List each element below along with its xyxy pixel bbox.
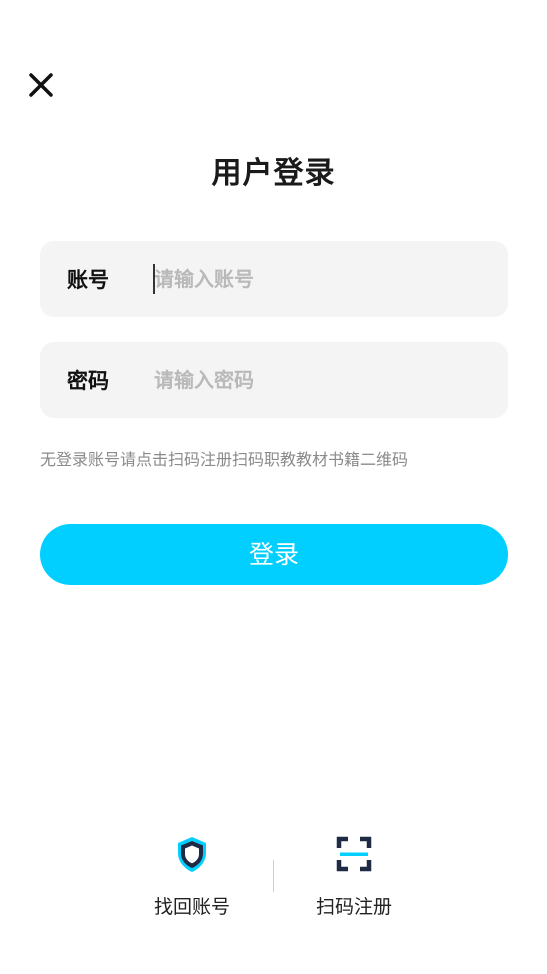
password-label: 密码 xyxy=(67,369,109,393)
account-label: 账号 xyxy=(67,268,109,292)
account-field[interactable]: 账号 xyxy=(40,241,508,317)
password-field[interactable]: 密码 xyxy=(40,342,508,418)
login-page: 用户登录 账号 密码 无登录账号请点击扫码注册扫码职教教材书籍二维码 登录 找回… xyxy=(0,0,547,974)
bottom-divider xyxy=(273,860,274,892)
register-hint: 无登录账号请点击扫码注册扫码职教教材书籍二维码 xyxy=(40,450,409,469)
password-input[interactable] xyxy=(154,360,508,400)
recover-account-label: 找回账号 xyxy=(153,896,230,918)
recover-account-button[interactable]: 找回账号 xyxy=(132,834,252,919)
scan-register-label: 扫码注册 xyxy=(315,896,392,918)
shield-icon xyxy=(178,837,206,872)
scan-icon xyxy=(336,836,372,872)
account-input[interactable] xyxy=(154,259,508,299)
text-cursor xyxy=(153,264,155,294)
scan-register-button[interactable]: 扫码注册 xyxy=(294,834,414,919)
close-icon[interactable] xyxy=(26,70,56,100)
login-button[interactable]: 登录 xyxy=(40,524,508,585)
page-title: 用户登录 xyxy=(211,156,336,191)
